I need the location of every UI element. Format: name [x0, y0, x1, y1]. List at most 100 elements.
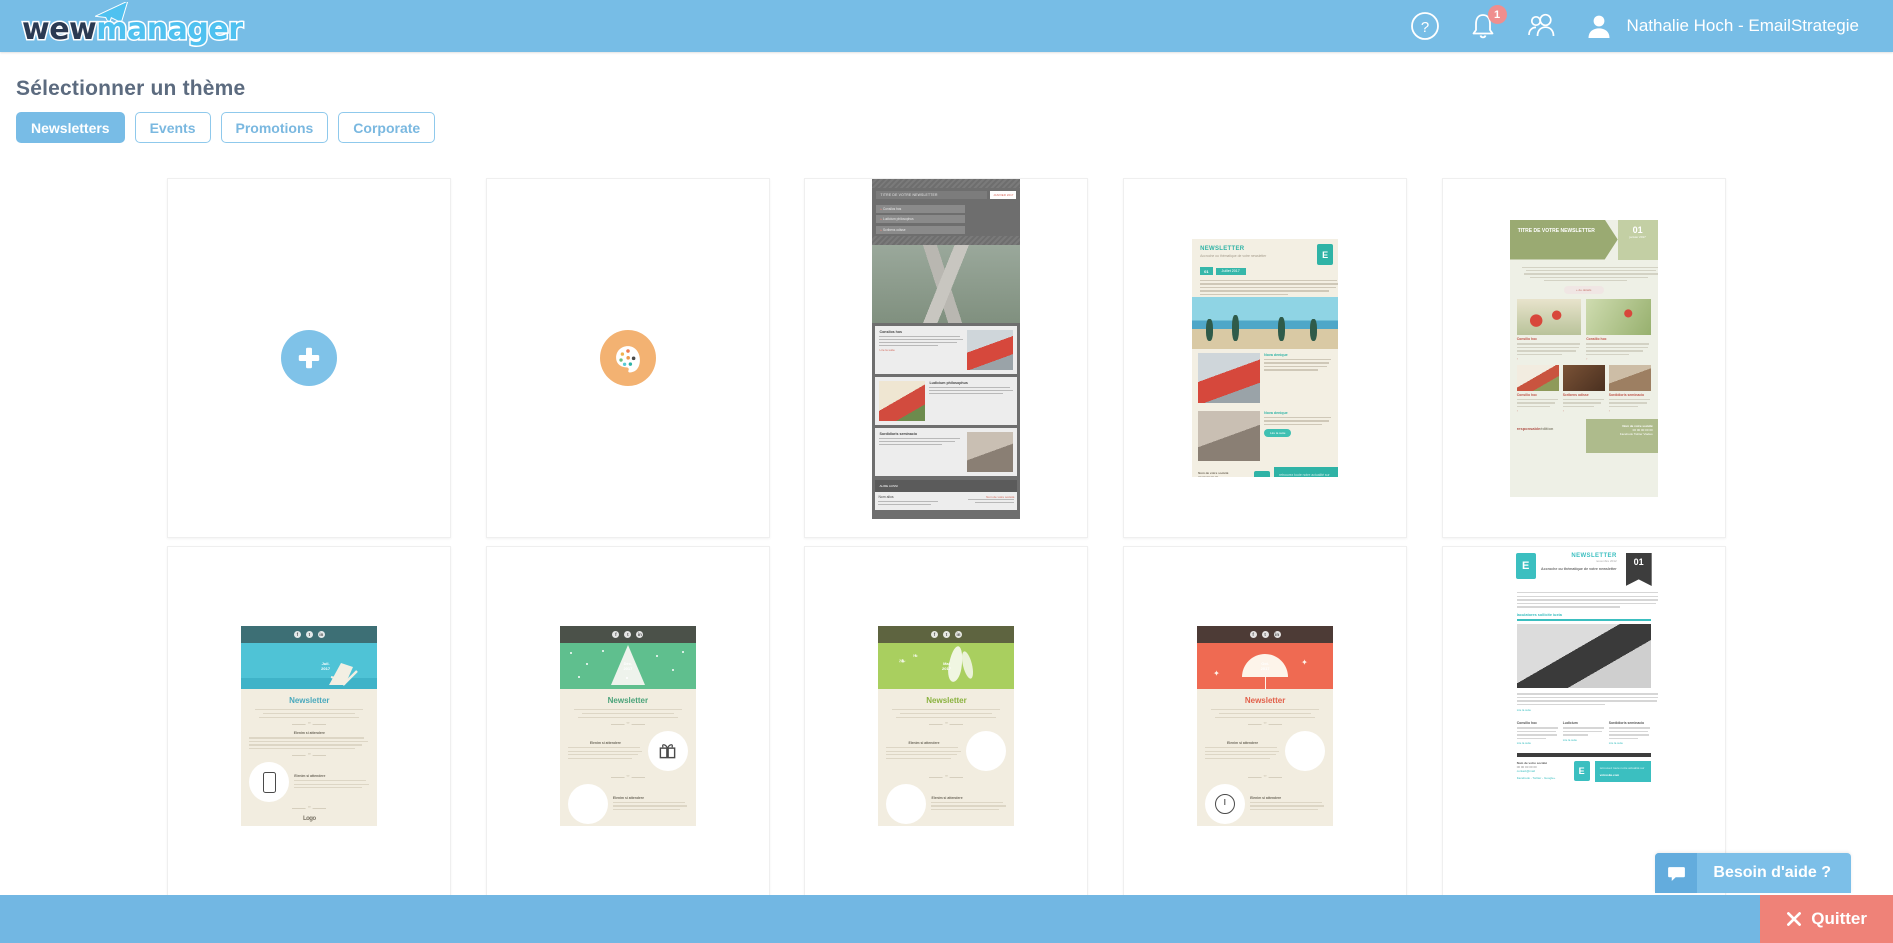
preview-image — [1608, 365, 1651, 392]
preview-columns: Consilio hoc Lire la suite Ludicium Lire… — [1510, 715, 1658, 745]
quit-button[interactable]: Quitter — [1760, 895, 1893, 943]
preview-section: Elenim si attendere — [1197, 730, 1333, 771]
preview-title: Newsletter — [289, 696, 330, 705]
logo-text-primary: wew — [20, 11, 98, 49]
preview-arrow-icon: › — [1516, 357, 1518, 362]
tab-promotions[interactable]: Promotions — [220, 112, 329, 143]
theme-cell: E NEWSLETTER Accroche ou thématique de v… — [1106, 178, 1425, 546]
preview-link: Lire la suite — [1516, 740, 1531, 745]
page-title: Sélectionner un thème — [16, 77, 246, 100]
theme-preview-grey-transport: TITRE DE VOTRE NEWSLETTER JANVIER 2017 ▸… — [872, 179, 1021, 519]
preview-paragraph — [878, 709, 1014, 718]
preview-date: Oct. 2017 — [1261, 661, 1270, 671]
contacts-button[interactable] — [1526, 11, 1556, 41]
help-chat-widget[interactable]: Besoin d'aide ? — [1655, 853, 1851, 893]
preview-section-title: Consilio hoc — [1516, 337, 1538, 342]
theme-preview-autumn: f t in ✦ ✦ Oct. 2017 Newsletter ∞ Elenim… — [1197, 626, 1334, 826]
preview-date: Déc. 2017 — [623, 661, 632, 671]
preview-hero-image — [872, 245, 1021, 323]
preview-section-title: Elenim si attendere — [589, 740, 621, 745]
theme-card-autumn[interactable]: f t in ✦ ✦ Oct. 2017 Newsletter ∞ Elenim… — [1123, 546, 1408, 906]
preview-issue-date: Juillet 2017 — [1215, 267, 1246, 275]
preview-nav-item: ▸ Consilos hos — [876, 204, 966, 213]
theme-card-cream-teal-travel[interactable]: E NEWSLETTER Accroche ou thématique de v… — [1123, 178, 1408, 538]
preview-section-title: Elenim si attendere — [908, 740, 940, 745]
plus-circle-icon — [281, 330, 338, 386]
preview-footer: Nom alios Nom de votre société — [875, 492, 1018, 510]
leaf-icon: ✦ — [1213, 669, 1220, 678]
alarm-clock-icon — [1215, 793, 1236, 814]
preview-nav-label: Ludicium philosophus — [882, 217, 914, 221]
preview-section: Elenim si attendere — [241, 762, 377, 803]
preview-section-row: Consilio hoc › Scribens odisse › Sordidi… — [1510, 361, 1658, 413]
preview-divider — [292, 808, 327, 810]
preview-section: Sordidioris seminacio — [875, 428, 1018, 476]
preview-arrow-icon: › — [1586, 357, 1588, 362]
preview-cta-button: Lire la suite — [1264, 429, 1292, 438]
preview-divider — [610, 776, 645, 778]
preview-nav-item: ▸ Scribens odisse — [876, 225, 966, 234]
preview-image — [886, 783, 927, 824]
preview-subtitle: Accroche ou thématique de votre newslett… — [1540, 567, 1617, 571]
theme-card-spring[interactable]: f t in ❧ ❧ Mai 2017 Newsletter ∞ Elenim … — [804, 546, 1089, 906]
preview-section-title: Sordidioris seminacio — [1608, 393, 1645, 398]
theme-card-christmas[interactable]: f t in Déc. 2017 Newsletter ∞ Elenim si … — [485, 546, 770, 906]
preview-paragraph — [1197, 709, 1333, 718]
preview-section: Elenim si attendere — [1197, 783, 1333, 824]
preview-title: NEWSLETTER — [1200, 246, 1245, 252]
preview-social-bar: f t in — [559, 626, 696, 643]
theme-card-olive-nature[interactable]: TITRE DE VOTRE NEWSLETTER 01 janvier 201… — [1441, 178, 1726, 538]
preview-section-title: Nova denique — [1264, 352, 1288, 357]
preview-icon-circle — [1205, 783, 1246, 824]
app-logo[interactable]: wewmanager — [20, 2, 245, 49]
preview-image — [1285, 730, 1326, 771]
preview-column-title: Consilio hoc — [1516, 721, 1538, 726]
theme-cell: f t in Déc. 2017 Newsletter ∞ Elenim si … — [469, 546, 788, 914]
preview-banner: Déc. 2017 — [559, 643, 696, 689]
preview-issue-number: 01 — [1625, 553, 1652, 586]
theme-cell: f t in ✦ ✦ Oct. 2017 Newsletter ∞ Elenim… — [1106, 546, 1425, 914]
preview-image — [1516, 299, 1582, 336]
preview-footer-phone: 00 00 00 00 00 — [1198, 474, 1219, 477]
preview-title: Newsletter — [607, 696, 649, 705]
theme-card-summer-beach[interactable]: f t in Juil. 2017 Newsletter ∞ Elenim si… — [167, 546, 452, 906]
preview-banner: ✦ ✦ Oct. 2017 — [1197, 643, 1334, 689]
preview-rule — [1516, 618, 1651, 622]
tab-corporate[interactable]: Corporate — [338, 112, 436, 143]
user-menu[interactable]: Nathalie Hoch - EmailStrategie — [1584, 11, 1859, 41]
preview-section-title: Elenim si attendere — [294, 773, 326, 778]
notifications-button[interactable]: 1 — [1468, 5, 1507, 41]
theme-cell: f t in Juil. 2017 Newsletter ∞ Elenim si… — [150, 546, 469, 914]
preview-image — [1516, 624, 1651, 689]
facebook-icon: f — [612, 631, 620, 638]
top-navigation-bar: wewmanager ? 1 Nathalie Hoch - EmailStra… — [0, 0, 1893, 52]
preview-section-title: Consilio hoc — [1516, 393, 1538, 398]
theme-preview-olive-nature: TITRE DE VOTRE NEWSLETTER 01 janvier 201… — [1509, 219, 1658, 497]
facebook-icon: f — [1249, 631, 1257, 638]
preview-divider — [1248, 723, 1283, 725]
theme-grid: TITRE DE VOTRE NEWSLETTER JANVIER 2017 ▸… — [0, 178, 1893, 914]
theme-preview-christmas: f t in Déc. 2017 Newsletter ∞ Elenim si … — [559, 626, 696, 826]
chat-bubble-icon — [1655, 853, 1698, 893]
theme-card-corporate-white[interactable]: E NEWSLETTER novembre 2012 Accroche ou t… — [1441, 546, 1726, 906]
preview-paragraph — [241, 709, 377, 718]
tab-events[interactable]: Events — [134, 112, 211, 143]
theme-card-grey-transport[interactable]: TITRE DE VOTRE NEWSLETTER JANVIER 2017 ▸… — [804, 178, 1089, 538]
preview-paragraph — [1510, 592, 1658, 608]
theme-cell: TITRE DE VOTRE NEWSLETTER 01 janvier 201… — [1424, 178, 1743, 546]
preview-social-bar: f t in — [878, 626, 1015, 643]
preview-section-title: Sordidioris seminacio — [879, 432, 918, 436]
preview-text-lines — [929, 387, 1013, 395]
theme-card-custom-design[interactable] — [485, 178, 770, 538]
preview-link: Lire la suite — [1608, 740, 1623, 745]
help-circle-icon: ? — [1410, 12, 1439, 40]
user-avatar-icon — [1588, 15, 1610, 38]
theme-card-create-blank[interactable] — [167, 178, 452, 538]
preview-logo: E — [1515, 553, 1536, 579]
preview-section: Elenim si attendere — [560, 730, 696, 771]
help-button[interactable]: ? — [1410, 11, 1440, 41]
preview-section-title: Iaculatores sollicite iuxta — [1516, 612, 1562, 617]
tab-newsletters[interactable]: Newsletters — [16, 112, 125, 143]
twitter-icon: t — [1261, 631, 1269, 638]
preview-hero-image — [1192, 296, 1339, 349]
